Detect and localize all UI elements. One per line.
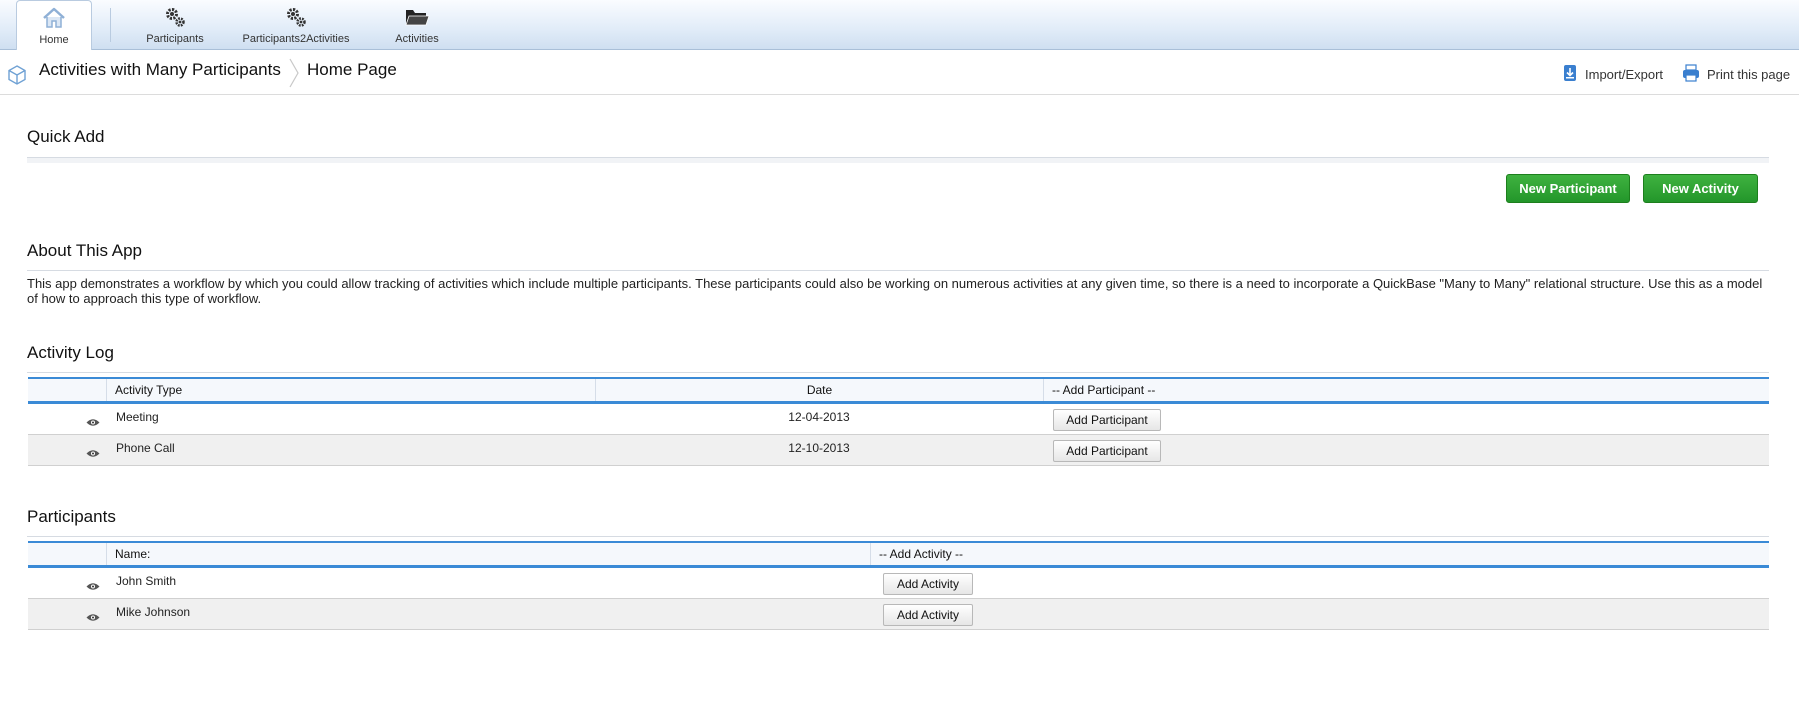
section-divider — [27, 536, 1769, 537]
import-export-link[interactable]: Import/Export — [1562, 64, 1663, 85]
section-divider — [27, 372, 1769, 373]
table-header: Name: -- Add Activity -- — [28, 541, 1769, 568]
new-activity-button[interactable]: New Activity — [1643, 174, 1758, 203]
view-record-eye-icon[interactable] — [86, 609, 100, 627]
participant-name-cell: Mike Johnson — [116, 605, 191, 619]
table-row: Meeting 12-04-2013 Add Participant — [28, 404, 1769, 435]
folder-icon — [404, 5, 430, 29]
activity-log-title: Activity Log — [27, 343, 114, 362]
table-row: John Smith Add Activity — [28, 568, 1769, 599]
tab-home[interactable]: Home — [16, 0, 92, 56]
tab-participants2activities[interactable]: Participants2Activities — [240, 0, 352, 49]
column-header-add-activity: -- Add Activity -- — [870, 543, 1769, 565]
view-record-eye-icon[interactable] — [86, 578, 100, 596]
gears-icon — [284, 5, 308, 29]
section-divider — [27, 157, 1769, 163]
download-icon — [1562, 64, 1578, 85]
activity-type-cell: Meeting — [116, 410, 159, 424]
app-cube-icon — [8, 65, 26, 90]
tab-participants2activities-label: Participants2Activities — [242, 33, 350, 45]
about-title: About This App — [27, 241, 142, 260]
column-header-name[interactable]: Name: — [106, 543, 870, 565]
add-activity-button[interactable]: Add Activity — [883, 604, 973, 626]
tab-activities-label: Activities — [395, 33, 439, 45]
view-record-eye-icon[interactable] — [86, 445, 100, 463]
nav-divider — [110, 8, 111, 42]
about-description: This app demonstrates a workflow by whic… — [27, 276, 1763, 306]
home-icon — [42, 6, 66, 30]
print-page-link[interactable]: Print this page — [1682, 64, 1790, 85]
printer-icon — [1682, 64, 1700, 85]
tab-activities[interactable]: Activities — [389, 0, 445, 49]
section-divider — [27, 270, 1769, 271]
column-header-activity-type[interactable]: Activity Type — [106, 379, 595, 401]
print-page-label: Print this page — [1707, 67, 1791, 82]
table-header: Activity Type Date -- Add Participant -- — [28, 377, 1769, 404]
import-export-label: Import/Export — [1585, 67, 1664, 82]
new-participant-button[interactable]: New Participant — [1506, 174, 1630, 203]
view-record-eye-icon[interactable] — [86, 414, 100, 432]
column-header-date[interactable]: Date — [595, 379, 1043, 401]
tab-participants-label: Participants — [146, 33, 204, 45]
top-navigation: Home Participants Participants2Activitie… — [0, 0, 1799, 56]
quick-add-title: Quick Add — [27, 127, 105, 146]
column-header-add-participant: -- Add Participant -- — [1043, 379, 1769, 401]
date-cell: 12-04-2013 — [788, 410, 850, 424]
date-cell: 12-10-2013 — [788, 441, 850, 455]
participant-name-cell: John Smith — [116, 574, 177, 588]
gears-icon — [163, 5, 187, 29]
participants-title: Participants — [27, 507, 116, 526]
breadcrumb: Activities with Many Participants Home P… — [0, 50, 1799, 95]
breadcrumb-app-name[interactable]: Activities with Many Participants — [39, 60, 281, 80]
tab-home-label: Home — [39, 34, 69, 46]
breadcrumb-chevron-icon — [288, 58, 300, 93]
table-row: Mike Johnson Add Activity — [28, 599, 1769, 630]
activity-type-cell: Phone Call — [116, 441, 175, 455]
add-activity-button[interactable]: Add Activity — [883, 573, 973, 595]
tab-participants[interactable]: Participants — [140, 0, 210, 49]
breadcrumb-page-name: Home Page — [307, 60, 397, 79]
add-participant-button[interactable]: Add Participant — [1053, 409, 1161, 431]
add-participant-button[interactable]: Add Participant — [1053, 440, 1161, 462]
table-row: Phone Call 12-10-2013 Add Participant — [28, 435, 1769, 466]
